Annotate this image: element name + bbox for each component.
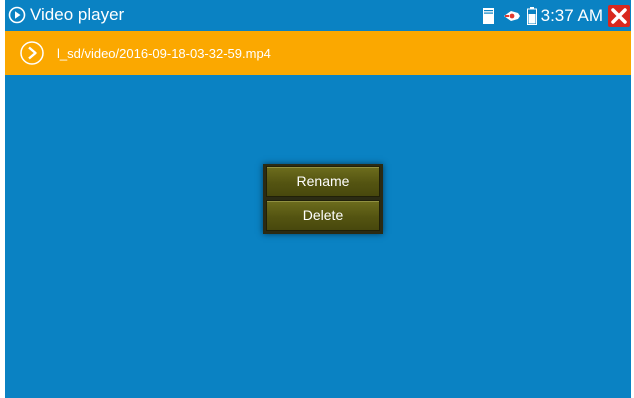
delete-button[interactable]: Delete (266, 200, 380, 231)
clock: 3:37 AM (540, 5, 603, 25)
video-player-screen: Video player 3:37 AM l_sd/video/2016-09-… (5, 0, 631, 398)
play-circle-icon[interactable] (20, 41, 44, 65)
status-bar: Video player 3:37 AM (5, 0, 631, 31)
file-actions-dialog: Rename Delete (263, 164, 383, 234)
file-path: l_sd/video/2016-09-18-03-32-59.mp4 (57, 46, 271, 61)
status-icons: 3:37 AM (482, 0, 631, 31)
battery-icon (526, 6, 537, 25)
rename-button[interactable]: Rename (266, 166, 380, 197)
sd-card-icon (482, 7, 494, 24)
path-bar: l_sd/video/2016-09-18-03-32-59.mp4 (5, 31, 631, 75)
close-icon (611, 7, 627, 24)
app-title: Video player (30, 5, 125, 24)
play-circle-icon (8, 6, 26, 24)
usb-icon (502, 9, 522, 23)
close-button[interactable] (608, 4, 630, 27)
